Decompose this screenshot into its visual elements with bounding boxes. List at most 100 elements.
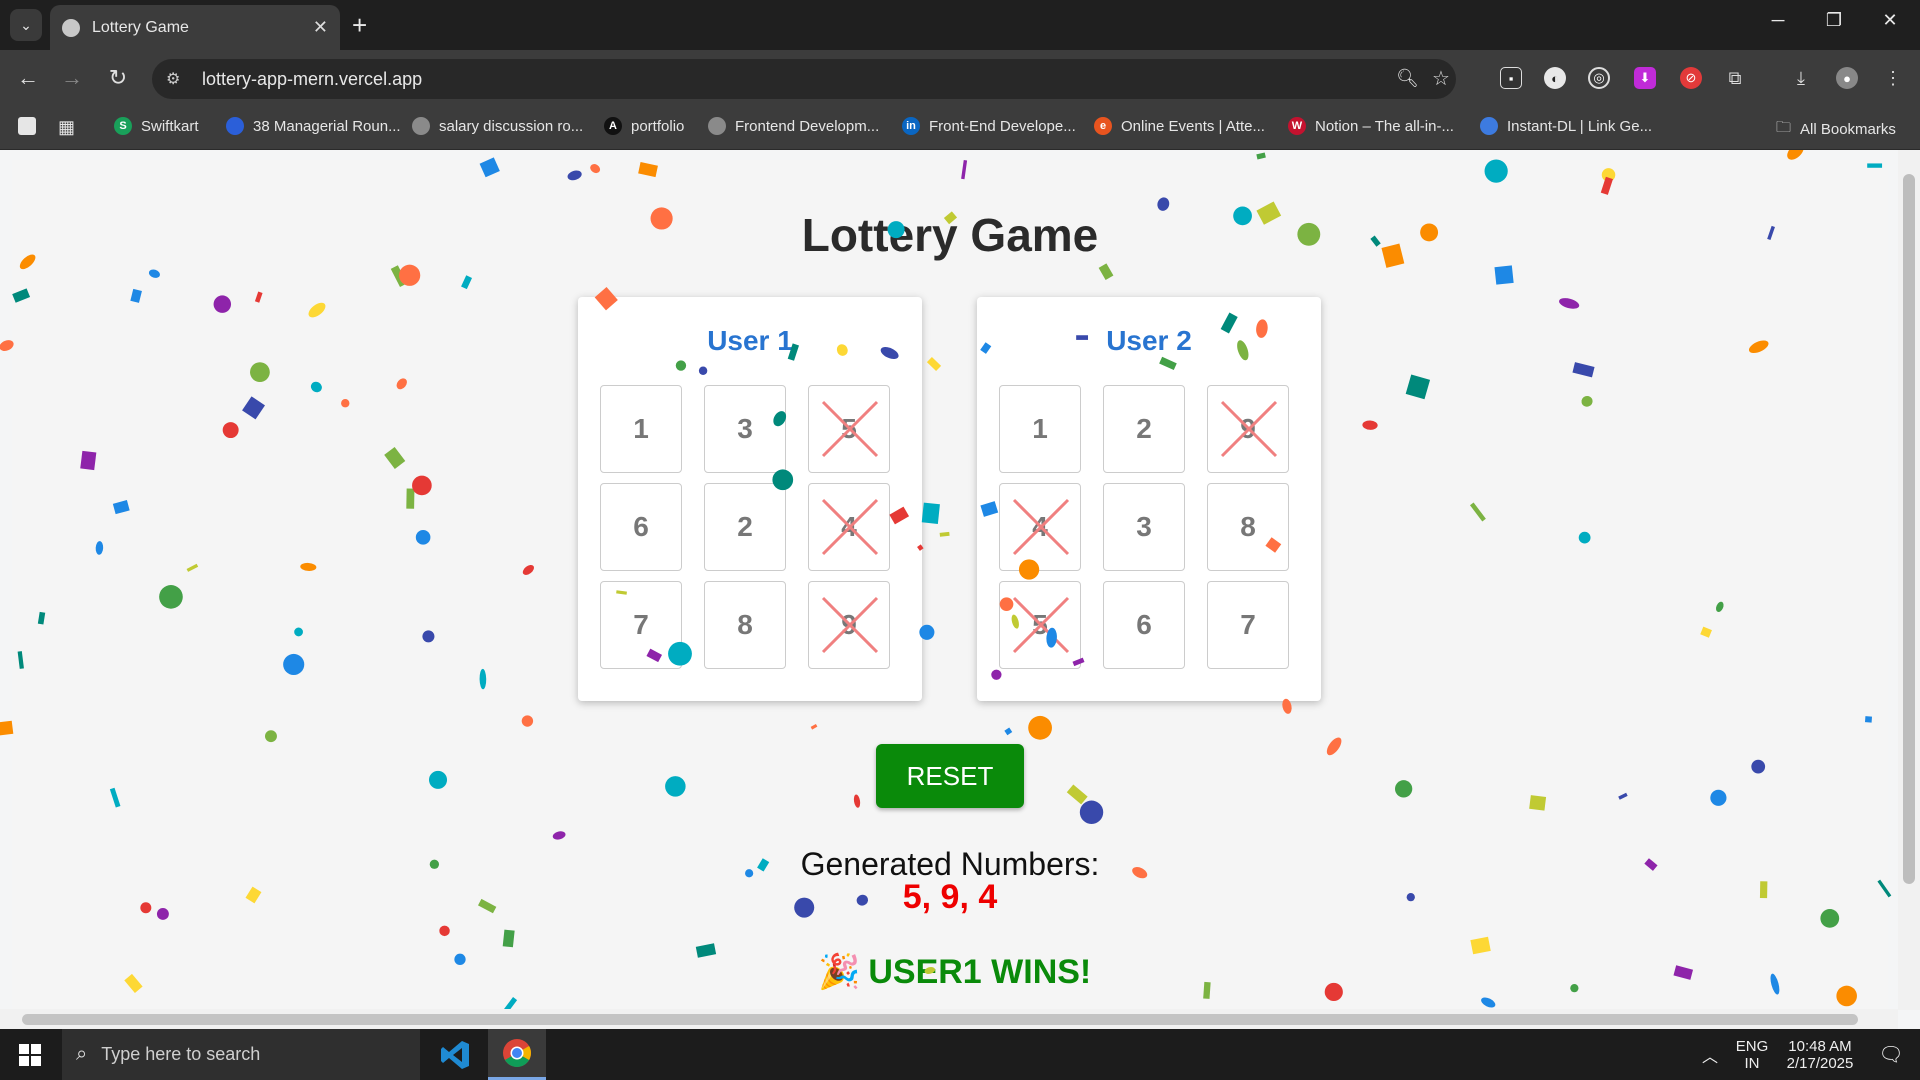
- cross-mark-icon: [821, 596, 879, 654]
- number-cell[interactable]: 4: [808, 483, 890, 571]
- lottery-page: Lottery Game User 1 1 3 5 6 2 4 7 8 9 User 2 1 2 9…: [12, 160, 1888, 1009]
- all-bookmarks-folder[interactable]: 🗀 All Bookmarks: [1776, 117, 1896, 142]
- notification-icon[interactable]: 🗨: [1866, 1029, 1916, 1080]
- confetti-piece: [1256, 152, 1266, 160]
- avatar[interactable]: ●: [1836, 67, 1858, 89]
- number-cell[interactable]: 7: [1207, 581, 1289, 669]
- reload-button[interactable]: ↻: [104, 64, 132, 92]
- globe-icon: [62, 18, 80, 37]
- generated-numbers-value: 5, 9, 4: [902, 878, 998, 916]
- horizontal-scrollbar[interactable]: [0, 1009, 1898, 1029]
- cell-number: 8: [1240, 511, 1256, 542]
- downloads-icon[interactable]: ⤓: [1790, 67, 1812, 89]
- site-info-icon[interactable]: ⚙: [166, 69, 188, 89]
- bookmark-label: Front-End Develope...: [929, 117, 1076, 135]
- tray-expand-icon[interactable]: ︿: [1696, 1029, 1724, 1080]
- bookmark-item[interactable]: in Front-End Develope...: [902, 117, 1076, 135]
- bookmark-item[interactable]: Instant-DL | Link Ge...: [1480, 117, 1652, 135]
- notion-icon: W: [1288, 117, 1306, 135]
- extensions-puzzle-icon[interactable]: ⧉: [1724, 67, 1746, 89]
- sidebar-toggle-icon[interactable]: [18, 117, 36, 135]
- clock[interactable]: 10:48 AM 2/17/2025: [1772, 1029, 1868, 1080]
- search-icon: ⌕: [76, 1043, 88, 1065]
- number-cell[interactable]: 9: [1207, 385, 1289, 473]
- start-button[interactable]: [0, 1029, 60, 1080]
- extension-icon[interactable]: ◎: [1588, 67, 1610, 89]
- chrome-app[interactable]: [488, 1029, 546, 1080]
- minimize-button[interactable]: ─: [1758, 10, 1798, 31]
- number-cell[interactable]: 3: [704, 385, 786, 473]
- linkedin-icon: in: [902, 117, 920, 135]
- user-2-card: User 2 1 2 9 4 3 8 5 6 7: [977, 297, 1321, 701]
- user-1-card: User 1 1 3 5 6 2 4 7 8 9: [578, 297, 922, 701]
- number-cell[interactable]: 2: [704, 483, 786, 571]
- extension-icon[interactable]: ▪: [1500, 67, 1522, 89]
- download-extension-icon[interactable]: ⬇: [1634, 67, 1656, 89]
- vscode-app[interactable]: [426, 1029, 484, 1080]
- tab-search-button[interactable]: ⌄: [10, 9, 42, 41]
- cell-number: 3: [737, 413, 753, 444]
- number-cell[interactable]: 5: [999, 581, 1081, 669]
- bookmark-item[interactable]: Frontend Developm...: [708, 117, 879, 135]
- bookmark-label: Notion – The all-in-...: [1315, 117, 1454, 135]
- number-cell[interactable]: 2: [1103, 385, 1185, 473]
- apps-grid-icon[interactable]: ▦: [58, 117, 75, 138]
- bookmark-item[interactable]: W Notion – The all-in-...: [1288, 117, 1454, 135]
- number-cell[interactable]: 6: [1103, 581, 1185, 669]
- user-1-grid: 1 3 5 6 2 4 7 8 9: [600, 385, 900, 675]
- number-cell[interactable]: 1: [600, 385, 682, 473]
- reset-button[interactable]: RESET: [876, 744, 1024, 808]
- tab-title: Lottery Game: [92, 18, 189, 36]
- tab-lottery-game[interactable]: Lottery Game ✕: [50, 5, 340, 50]
- close-tab-icon[interactable]: ✕: [313, 17, 328, 38]
- cell-number: 7: [633, 609, 649, 640]
- bookmark-item[interactable]: e Online Events | Atte...: [1094, 117, 1265, 135]
- address-bar[interactable]: ⚙ lottery-app-mern.vercel.app 🔍︎ ☆: [152, 59, 1456, 99]
- bookmark-label: portfolio: [631, 117, 685, 135]
- adblock-icon[interactable]: ⊘: [1680, 67, 1702, 89]
- cell-number: 2: [737, 511, 753, 542]
- restore-button[interactable]: ❐: [1814, 10, 1854, 31]
- number-cell[interactable]: 3: [1103, 483, 1185, 571]
- bookmark-star-icon[interactable]: ☆: [1432, 66, 1450, 91]
- number-cell[interactable]: 7: [600, 581, 682, 669]
- menu-kebab-icon[interactable]: ⋮: [1882, 67, 1904, 89]
- user-2-title: User 2: [1106, 325, 1192, 356]
- bookmark-item[interactable]: salary discussion ro...: [412, 117, 583, 135]
- page-viewport: Lottery Game User 1 1 3 5 6 2 4 7 8 9 User 2 1 2 9…: [0, 150, 1920, 1029]
- cross-mark-icon: [1012, 596, 1070, 654]
- bookmark-item[interactable]: 38 Managerial Roun...: [226, 117, 401, 135]
- number-cell[interactable]: 4: [999, 483, 1081, 571]
- cross-mark-icon: [1220, 400, 1278, 458]
- language-indicator[interactable]: ENG IN: [1730, 1029, 1774, 1080]
- new-tab-button[interactable]: +: [352, 10, 367, 40]
- bookmark-item[interactable]: Aportfolio: [604, 117, 684, 135]
- taskbar-search[interactable]: ⌕ Type here to search: [62, 1029, 420, 1080]
- cell-number: 2: [1136, 413, 1152, 444]
- bookmarks-bar: ▦ S Swiftkart 38 Managerial Roun... salary …: [0, 106, 1920, 150]
- forward-button[interactable]: →: [58, 64, 86, 92]
- extension-icon[interactable]: ◐: [1544, 67, 1566, 89]
- zoom-icon[interactable]: 🔍︎: [1396, 68, 1419, 89]
- number-cell[interactable]: 6: [600, 483, 682, 571]
- number-cell[interactable]: 8: [704, 581, 786, 669]
- number-cell[interactable]: 1: [999, 385, 1081, 473]
- windows-icon: [19, 1043, 41, 1066]
- back-button[interactable]: ←: [14, 64, 42, 92]
- folder-icon: 🗀: [1776, 119, 1792, 136]
- vertical-scrollbar[interactable]: [1898, 150, 1920, 1010]
- globe-icon: [708, 117, 726, 135]
- winner-banner: 🎉 USER1 WINS!: [818, 952, 1091, 992]
- chrome-icon: [503, 1039, 531, 1067]
- bookmark-icon: [226, 117, 244, 135]
- browser-window: ⌄ Lottery Game ✕ + ─ ❐ ✕ ← → ↻ ⚙ lottery…: [0, 0, 1920, 1029]
- cell-number: 7: [1240, 609, 1256, 640]
- number-cell[interactable]: 5: [808, 385, 890, 473]
- number-cell[interactable]: 8: [1207, 483, 1289, 571]
- bookmark-label: Swiftkart: [141, 117, 199, 135]
- number-cell[interactable]: 9: [808, 581, 890, 669]
- cross-mark-icon: [821, 400, 879, 458]
- close-window-button[interactable]: ✕: [1870, 10, 1910, 31]
- winner-text: USER1 WINS!: [868, 952, 1092, 991]
- bookmark-item[interactable]: S Swiftkart: [114, 117, 199, 135]
